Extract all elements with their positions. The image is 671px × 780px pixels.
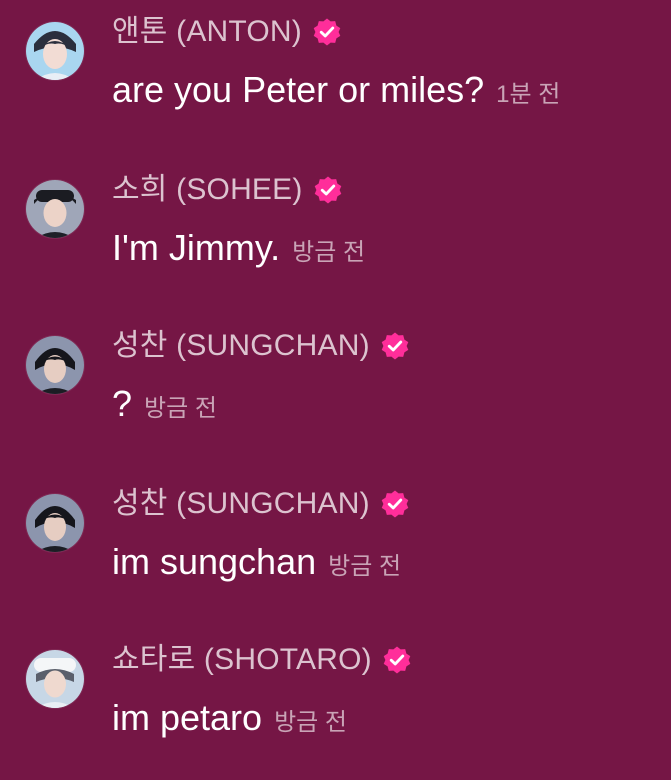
chat-message: 성찬 (SUNGCHAN) im sungchan 방금 전 (0, 472, 671, 622)
message-timestamp: 방금 전 (144, 395, 217, 422)
avatar[interactable] (26, 336, 84, 394)
sender-name[interactable]: 소희 (SOHEE) (112, 170, 303, 210)
verified-check-icon (313, 175, 343, 205)
avatar[interactable] (26, 180, 84, 238)
sender-name[interactable]: 성찬 (SUNGCHAN) (112, 326, 370, 366)
message-timestamp: 방금 전 (274, 709, 347, 736)
message-text: are you Peter or miles? (112, 69, 485, 110)
sender-name[interactable]: 쇼타로 (SHOTARO) (112, 640, 372, 680)
sender-name[interactable]: 성찬 (SUNGCHAN) (112, 484, 370, 524)
verified-check-icon (380, 331, 410, 361)
verified-check-icon (380, 489, 410, 519)
message-timestamp: 방금 전 (292, 239, 366, 266)
avatar[interactable] (26, 22, 84, 80)
verified-check-icon (312, 17, 342, 47)
message-text: im sungchan (112, 541, 317, 582)
message-text: I'm Jimmy. (112, 227, 281, 268)
message-text: ? (112, 383, 133, 424)
chat-message: 성찬 (SUNGCHAN) ? 방금 전 (0, 314, 671, 464)
message-text: im petaro (112, 697, 263, 738)
chat-message: 앤톤 (ANTON) are you Peter or miles? 1분 전 (0, 0, 671, 150)
chat-message: 쇼타로 (SHOTARO) im petaro 방금 전 (0, 628, 671, 778)
avatar[interactable] (26, 650, 84, 708)
avatar[interactable] (26, 494, 84, 552)
message-timestamp: 방금 전 (328, 553, 402, 580)
sender-name[interactable]: 앤톤 (ANTON) (112, 12, 302, 52)
message-timestamp: 1분 전 (496, 81, 561, 108)
chat-message: 소희 (SOHEE) I'm Jimmy. 방금 전 (0, 158, 671, 308)
verified-check-icon (382, 645, 412, 675)
